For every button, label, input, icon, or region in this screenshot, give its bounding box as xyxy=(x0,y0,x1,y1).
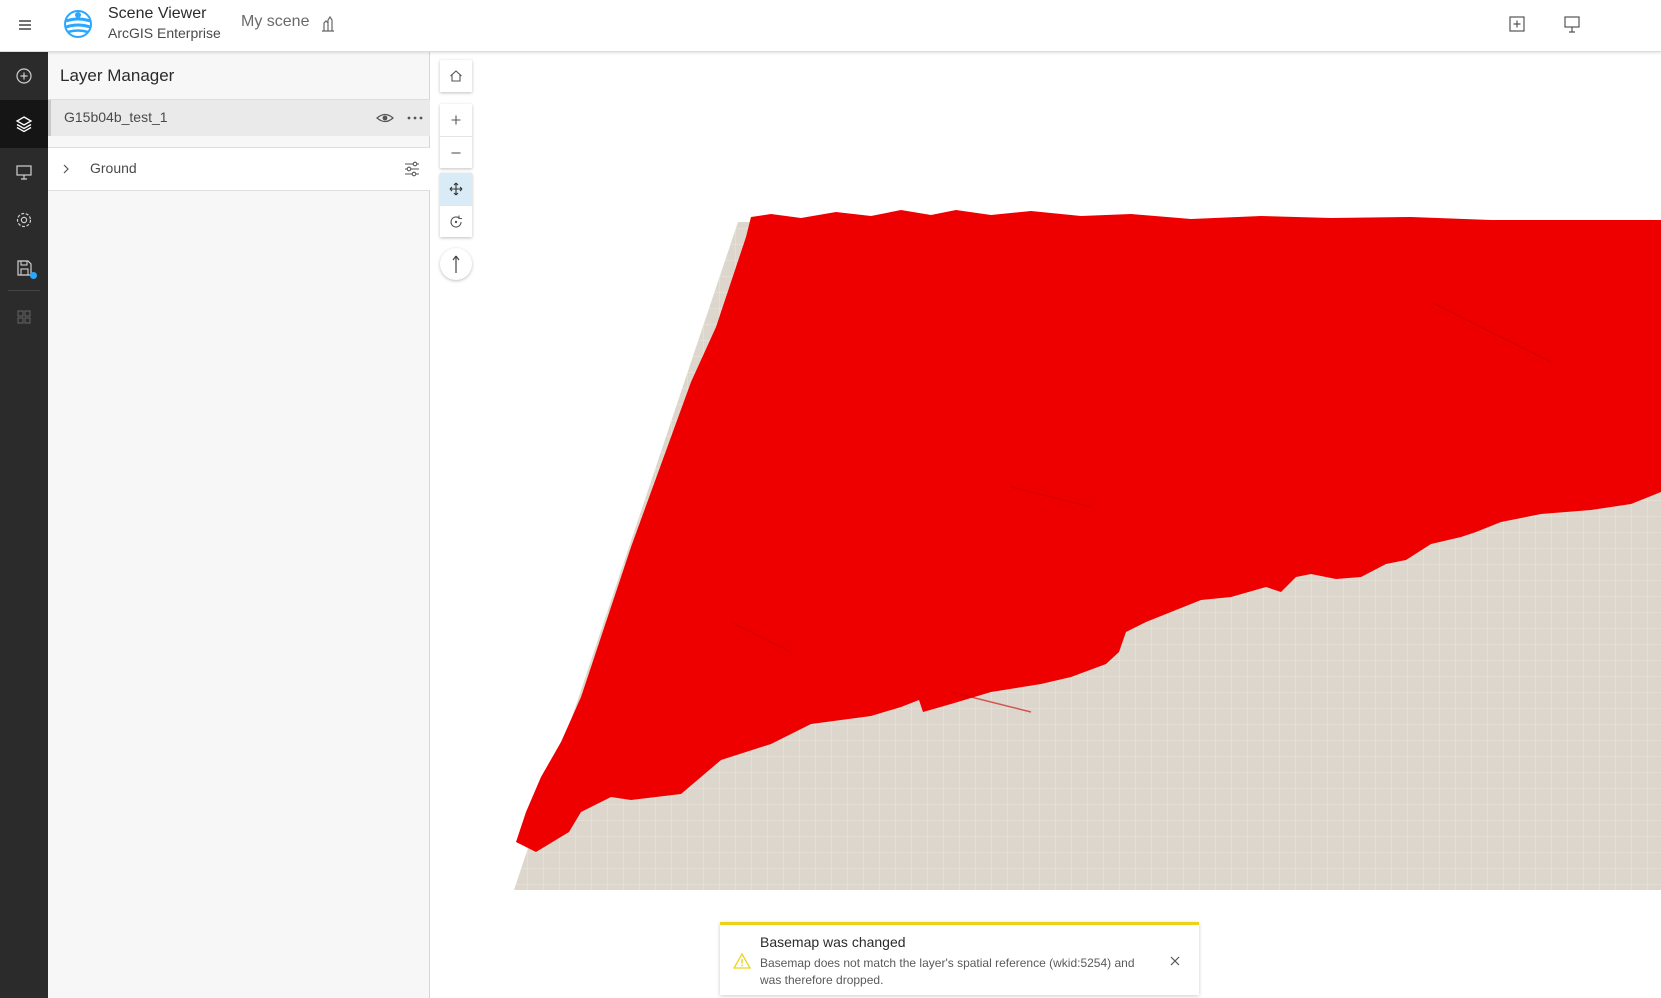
divider xyxy=(48,190,430,191)
visibility-eye-icon[interactable] xyxy=(375,108,395,128)
compass-button[interactable] xyxy=(440,248,472,280)
presentation-icon[interactable] xyxy=(1561,13,1583,35)
zoom-group xyxy=(440,104,472,168)
settings-button[interactable] xyxy=(0,196,48,244)
layer-name: G15b04b_test_1 xyxy=(64,109,168,125)
compass-arrow-icon xyxy=(452,255,460,273)
notice-message: Basemap does not match the layer's spati… xyxy=(760,956,1135,987)
zoom-out-button[interactable] xyxy=(440,136,472,168)
more-options-icon[interactable] xyxy=(405,108,425,128)
scene-title[interactable]: My scene xyxy=(241,13,309,31)
add-circle-icon xyxy=(16,68,32,84)
navigation-mode-group xyxy=(440,173,472,237)
menu-icon[interactable] xyxy=(14,14,36,36)
layers-button[interactable] xyxy=(0,100,48,148)
add-icon[interactable] xyxy=(1506,13,1528,35)
add-layer-button[interactable] xyxy=(0,52,48,100)
save-button[interactable] xyxy=(0,244,48,292)
home-icon xyxy=(450,70,462,82)
apps-button[interactable] xyxy=(0,293,48,341)
plus-icon xyxy=(451,115,461,125)
scene-viewer-logo xyxy=(64,10,92,38)
close-icon[interactable] xyxy=(1167,953,1183,969)
grid-icon xyxy=(17,310,31,324)
pan-button[interactable] xyxy=(440,173,472,205)
ground-settings-sliders-icon[interactable] xyxy=(402,159,422,179)
notice-title: Basemap was changed xyxy=(760,934,906,950)
warning-icon xyxy=(733,952,751,969)
rotate-icon xyxy=(450,215,462,227)
chevron-right-icon[interactable] xyxy=(56,159,76,179)
home-button[interactable] xyxy=(440,60,472,92)
zoom-in-button[interactable] xyxy=(440,104,472,136)
action-bar-divider xyxy=(8,290,40,291)
app-subtitle: ArcGIS Enterprise xyxy=(108,25,221,41)
layers-icon xyxy=(15,116,33,133)
rotate-button[interactable] xyxy=(440,205,472,237)
minus-icon xyxy=(451,151,461,154)
scene-view[interactable] xyxy=(431,52,1661,998)
app-header: Scene Viewer ArcGIS Enterprise My scene xyxy=(0,0,1661,52)
ground-layer-item[interactable]: Ground xyxy=(48,148,430,190)
slides-icon xyxy=(16,165,32,180)
ground-name: Ground xyxy=(90,160,137,176)
layer-item[interactable]: G15b04b_test_1 xyxy=(48,100,430,136)
slides-button[interactable] xyxy=(0,148,48,196)
unsaved-indicator xyxy=(30,272,37,279)
layer-manager-panel: Layer Manager G15b04b_test_1 Ground xyxy=(48,52,430,998)
app-title: Scene Viewer xyxy=(108,5,207,22)
scene-properties-icon[interactable] xyxy=(318,14,338,34)
pan-icon xyxy=(449,182,463,196)
gear-icon xyxy=(16,212,32,228)
panel-title: Layer Manager xyxy=(60,66,175,85)
scene-canvas[interactable] xyxy=(431,52,1661,998)
action-bar xyxy=(0,52,48,998)
home-group xyxy=(440,60,472,92)
basemap-notice: Basemap was changed Basemap does not mat… xyxy=(720,922,1199,995)
